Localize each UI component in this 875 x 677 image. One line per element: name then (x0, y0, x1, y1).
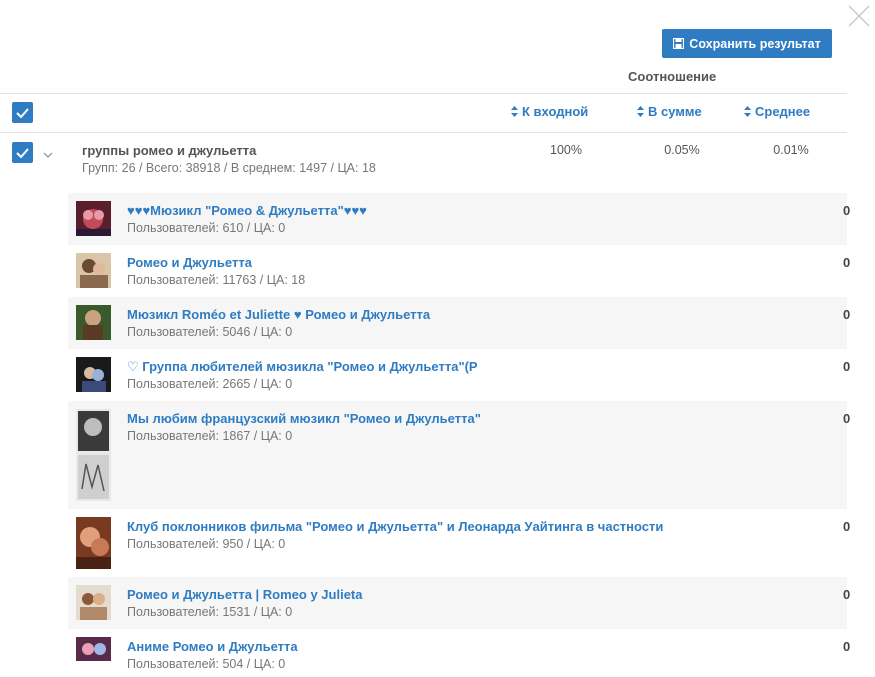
group-avatar (76, 409, 111, 501)
list-item: Ромео и Джульетта | Romeo y Julieta Поль… (68, 577, 851, 629)
group-users: Пользователей: 5046 / ЦА: 0 (127, 325, 293, 339)
trailing-value: 0 (843, 411, 851, 426)
group-link[interactable]: Аниме Ромео и Джульетта (127, 639, 298, 654)
to-input-label: К входной (522, 104, 589, 119)
list-item: ♥♥♥Мюзикл "Ромео & Джульетта"♥♥♥ Пользов… (68, 193, 851, 245)
group-users: Пользователей: 11763 / ЦА: 18 (127, 273, 306, 287)
sort-to-input-header[interactable]: К входной (511, 104, 588, 119)
group-to-input-value: 100% (550, 143, 582, 157)
list-item: Мюзикл Roméo et Juliette ♥ Ромео и Джуль… (68, 297, 851, 349)
sort-icon (511, 106, 518, 117)
select-all-checkbox[interactable] (12, 102, 33, 123)
list-item: ♡ Группа любителей мюзикла "Ромео и Джул… (68, 349, 851, 401)
group-users: Пользователей: 1531 / ЦА: 0 (127, 605, 293, 619)
list-item: Клуб поклонников фильма "Ромео и Джульет… (68, 509, 851, 577)
close-icon[interactable] (847, 4, 871, 28)
save-result-label: Сохранить результат (689, 36, 821, 51)
trailing-value: 0 (843, 519, 851, 534)
save-result-button[interactable]: Сохранить результат (662, 29, 832, 58)
group-avatar (76, 201, 111, 236)
save-icon (673, 38, 685, 49)
sort-icon (744, 106, 751, 117)
divider (0, 93, 847, 94)
group-avatar (76, 357, 111, 392)
group-avatar (76, 305, 111, 340)
trailing-value: 0 (843, 639, 851, 654)
list-item: Аниме Ромео и Джульетта Пользователей: 5… (68, 629, 851, 677)
group-stats: Групп: 26 / Всего: 38918 / В среднем: 14… (82, 161, 376, 175)
trailing-value: 0 (843, 587, 851, 602)
check-icon (16, 147, 29, 158)
group-users: Пользователей: 950 / ЦА: 0 (127, 537, 286, 551)
divider (0, 132, 847, 133)
group-link[interactable]: Мюзикл Roméo et Juliette ♥ Ромео и Джуль… (127, 307, 430, 322)
sort-in-total-header[interactable]: В сумме (637, 104, 702, 119)
group-avatar (76, 585, 111, 620)
trailing-value: 0 (843, 359, 851, 374)
chevron-down-icon[interactable] (43, 146, 53, 164)
group-link[interactable]: Клуб поклонников фильма "Ромео и Джульет… (127, 519, 663, 534)
group-link[interactable]: Ромео и Джульетта | Romeo y Julieta (127, 587, 363, 602)
group-users: Пользователей: 2665 / ЦА: 0 (127, 377, 293, 391)
in-total-label: В сумме (648, 104, 702, 119)
group-link[interactable]: Мы любим французский мюзикл "Ромео и Джу… (127, 411, 481, 426)
group-avatar (76, 253, 111, 288)
average-label: Среднее (755, 104, 811, 119)
group-users: Пользователей: 1867 / ЦА: 0 (127, 429, 293, 443)
sort-icon (637, 106, 644, 117)
trailing-value: 0 (843, 203, 851, 218)
trailing-value: 0 (843, 255, 851, 270)
group-in-total-value: 0.05% (664, 143, 700, 157)
sort-average-header[interactable]: Среднее (744, 104, 810, 119)
group-name: группы ромео и джульетта (82, 143, 257, 158)
group-checkbox[interactable] (12, 142, 33, 163)
group-average-value: 0.01% (773, 143, 809, 157)
list-item: Мы любим французский мюзикл "Ромео и Джу… (68, 401, 851, 509)
group-users: Пользователей: 504 / ЦА: 0 (127, 657, 286, 671)
list-item: Ромео и Джульетта Пользователей: 11763 /… (68, 245, 851, 297)
group-users: Пользователей: 610 / ЦА: 0 (127, 221, 286, 235)
group-link[interactable]: ♡ Группа любителей мюзикла "Ромео и Джул… (127, 359, 478, 375)
group-avatar (76, 637, 111, 661)
group-avatar (76, 517, 111, 569)
trailing-value: 0 (843, 307, 851, 322)
check-icon (16, 107, 29, 118)
ratio-title: Соотношение (628, 69, 717, 84)
group-link[interactable]: Ромео и Джульетта (127, 255, 252, 270)
group-link[interactable]: ♥♥♥Мюзикл "Ромео & Джульетта"♥♥♥ (127, 203, 367, 218)
